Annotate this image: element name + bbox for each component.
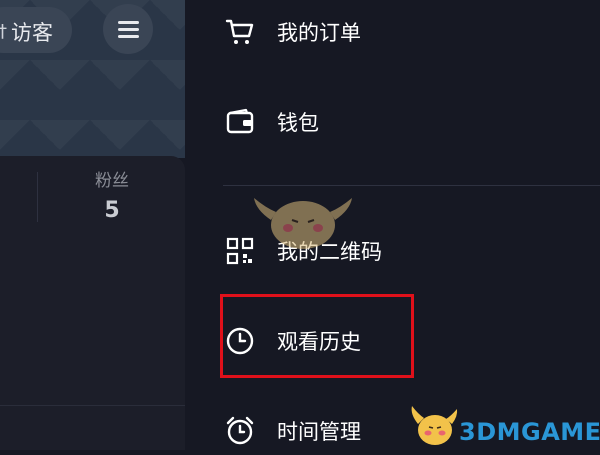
person-icon: † <box>0 21 7 42</box>
menu-item-my-orders[interactable]: 我的订单 <box>225 8 361 56</box>
menu-item-label: 钱包 <box>277 111 319 135</box>
menu-line <box>118 21 139 24</box>
watermark-text: 3DMGAME <box>459 418 600 446</box>
highlight-box <box>220 294 414 378</box>
menu-item-wallet[interactable]: 钱包 <box>225 98 319 146</box>
menu-item-label: 我的订单 <box>277 21 361 45</box>
stats-divider <box>37 172 38 222</box>
mascot-logo <box>411 406 458 445</box>
fans-label[interactable]: 粉丝 <box>72 166 152 191</box>
wallet-icon <box>226 108 254 134</box>
menu-line <box>118 28 139 31</box>
cart-icon <box>225 19 254 44</box>
fans-count[interactable]: 5 <box>72 198 152 223</box>
visitor-button[interactable]: † 访客 <box>0 7 72 53</box>
menu-item-label: 时间管理 <box>277 420 361 444</box>
mascot-watermark <box>254 198 352 249</box>
divider <box>0 405 185 406</box>
visitor-label: 访客 <box>11 21 53 45</box>
hamburger-menu-button[interactable] <box>103 4 153 54</box>
alarm-clock-icon <box>226 416 254 445</box>
menu-line <box>118 35 139 38</box>
menu-item-time-management[interactable]: 时间管理 <box>225 407 361 455</box>
profile-panel: † 访客 粉丝 5 <box>0 0 185 450</box>
